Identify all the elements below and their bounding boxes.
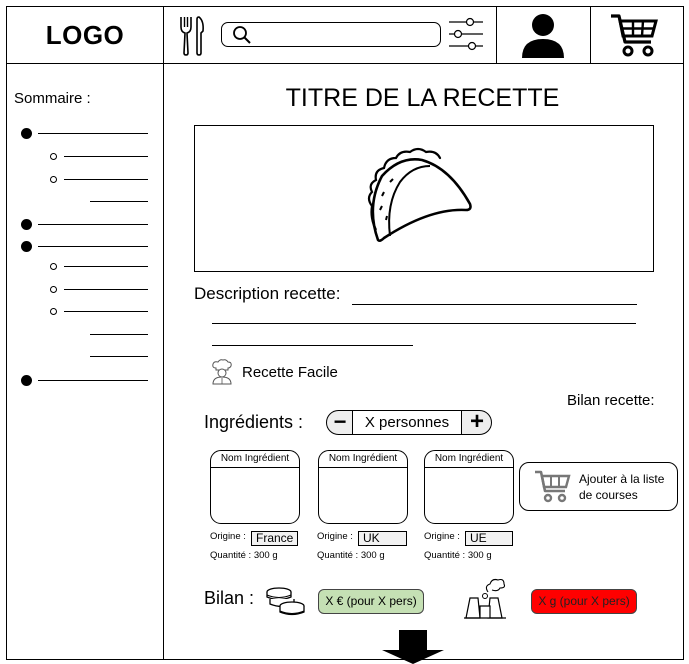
user-icon[interactable] bbox=[520, 12, 566, 60]
description-line bbox=[212, 323, 636, 324]
quantity-label: Quantité : 300 g bbox=[317, 550, 385, 561]
quantity-label: Quantité : 300 g bbox=[424, 550, 492, 561]
toc-sub-bullet bbox=[50, 153, 57, 160]
origin-label: Origine : bbox=[317, 531, 353, 542]
toc-item[interactable] bbox=[38, 224, 148, 225]
toc-sub-item[interactable] bbox=[64, 266, 148, 267]
toc-sub-item[interactable] bbox=[64, 311, 148, 312]
utensils-icon[interactable] bbox=[178, 15, 206, 57]
description-label: Description recette: bbox=[194, 284, 341, 303]
bilan-label: Bilan : bbox=[204, 588, 255, 608]
toc-sub-sub-item[interactable] bbox=[90, 356, 148, 357]
cart-icon bbox=[535, 470, 571, 503]
ingredient-card[interactable]: Nom Ingrédient bbox=[424, 450, 514, 524]
ingredient-name: Nom Ingrédient bbox=[211, 451, 299, 468]
origin-value: UK bbox=[358, 531, 407, 546]
toc-item[interactable] bbox=[38, 246, 148, 247]
toc-bullet bbox=[21, 241, 32, 252]
toc-item[interactable] bbox=[38, 133, 148, 134]
header-divider-cart bbox=[590, 6, 591, 64]
taco-icon bbox=[367, 147, 472, 242]
ingredient-card[interactable]: Nom Ingrédient bbox=[318, 450, 408, 524]
toc-sub-item[interactable] bbox=[64, 179, 148, 180]
toc-sub-bullet bbox=[50, 308, 57, 315]
toc-item[interactable] bbox=[38, 380, 148, 381]
scroll-down-arrow-icon[interactable] bbox=[380, 630, 446, 664]
header-divider-user bbox=[496, 6, 497, 64]
origin-value: UE bbox=[465, 531, 513, 546]
ingredients-label: Ingrédients : bbox=[204, 412, 304, 432]
toc-bullet bbox=[21, 219, 32, 230]
coins-icon bbox=[266, 587, 305, 616]
toc-sub-bullet bbox=[50, 286, 57, 293]
filter-sliders-icon[interactable] bbox=[448, 16, 484, 52]
co2-badge: X g (pour X pers) bbox=[531, 589, 637, 614]
origin-label: Origine : bbox=[424, 531, 460, 542]
toc-sub-bullet bbox=[50, 176, 57, 183]
toc-sub-item[interactable] bbox=[64, 289, 148, 290]
toc-bullet bbox=[21, 375, 32, 386]
cart-icon[interactable] bbox=[609, 12, 659, 58]
ingredient-name: Nom Ingrédient bbox=[425, 451, 513, 468]
toc-sub-sub-item[interactable] bbox=[90, 334, 148, 335]
add-to-list-label: Ajouter à la liste de courses bbox=[579, 472, 665, 502]
ingredient-card[interactable]: Nom Ingrédient bbox=[210, 450, 300, 524]
difficulty-label: Recette Facile bbox=[242, 364, 338, 381]
chef-icon bbox=[212, 359, 232, 385]
stepper-plus-button[interactable]: + bbox=[464, 410, 490, 435]
stepper-minus-button[interactable]: − bbox=[328, 410, 352, 435]
logo[interactable]: LOGO bbox=[6, 6, 164, 64]
quantity-label: Quantité : 300 g bbox=[210, 550, 278, 561]
toc-sub-sub-item[interactable] bbox=[90, 201, 148, 202]
toc-sub-item[interactable] bbox=[64, 156, 148, 157]
description-line bbox=[352, 304, 637, 305]
recipe-title: TITRE DE LA RECETTE bbox=[285, 84, 560, 112]
description-line bbox=[212, 345, 413, 346]
bilan-recette-label: Bilan recette: bbox=[567, 392, 655, 409]
cost-badge: X € (pour X pers) bbox=[318, 589, 424, 614]
factory-co2-icon bbox=[464, 578, 506, 619]
search-icon[interactable] bbox=[232, 25, 252, 45]
origin-label: Origine : bbox=[210, 531, 246, 542]
toc-sub-bullet bbox=[50, 263, 57, 270]
toc-bullet bbox=[21, 128, 32, 139]
sommaire-title: Sommaire : bbox=[14, 90, 91, 107]
ingredient-name: Nom Ingrédient bbox=[319, 451, 407, 468]
origin-value: France bbox=[251, 531, 298, 546]
persons-value: X personnes bbox=[352, 411, 462, 434]
search-input[interactable] bbox=[221, 22, 441, 47]
